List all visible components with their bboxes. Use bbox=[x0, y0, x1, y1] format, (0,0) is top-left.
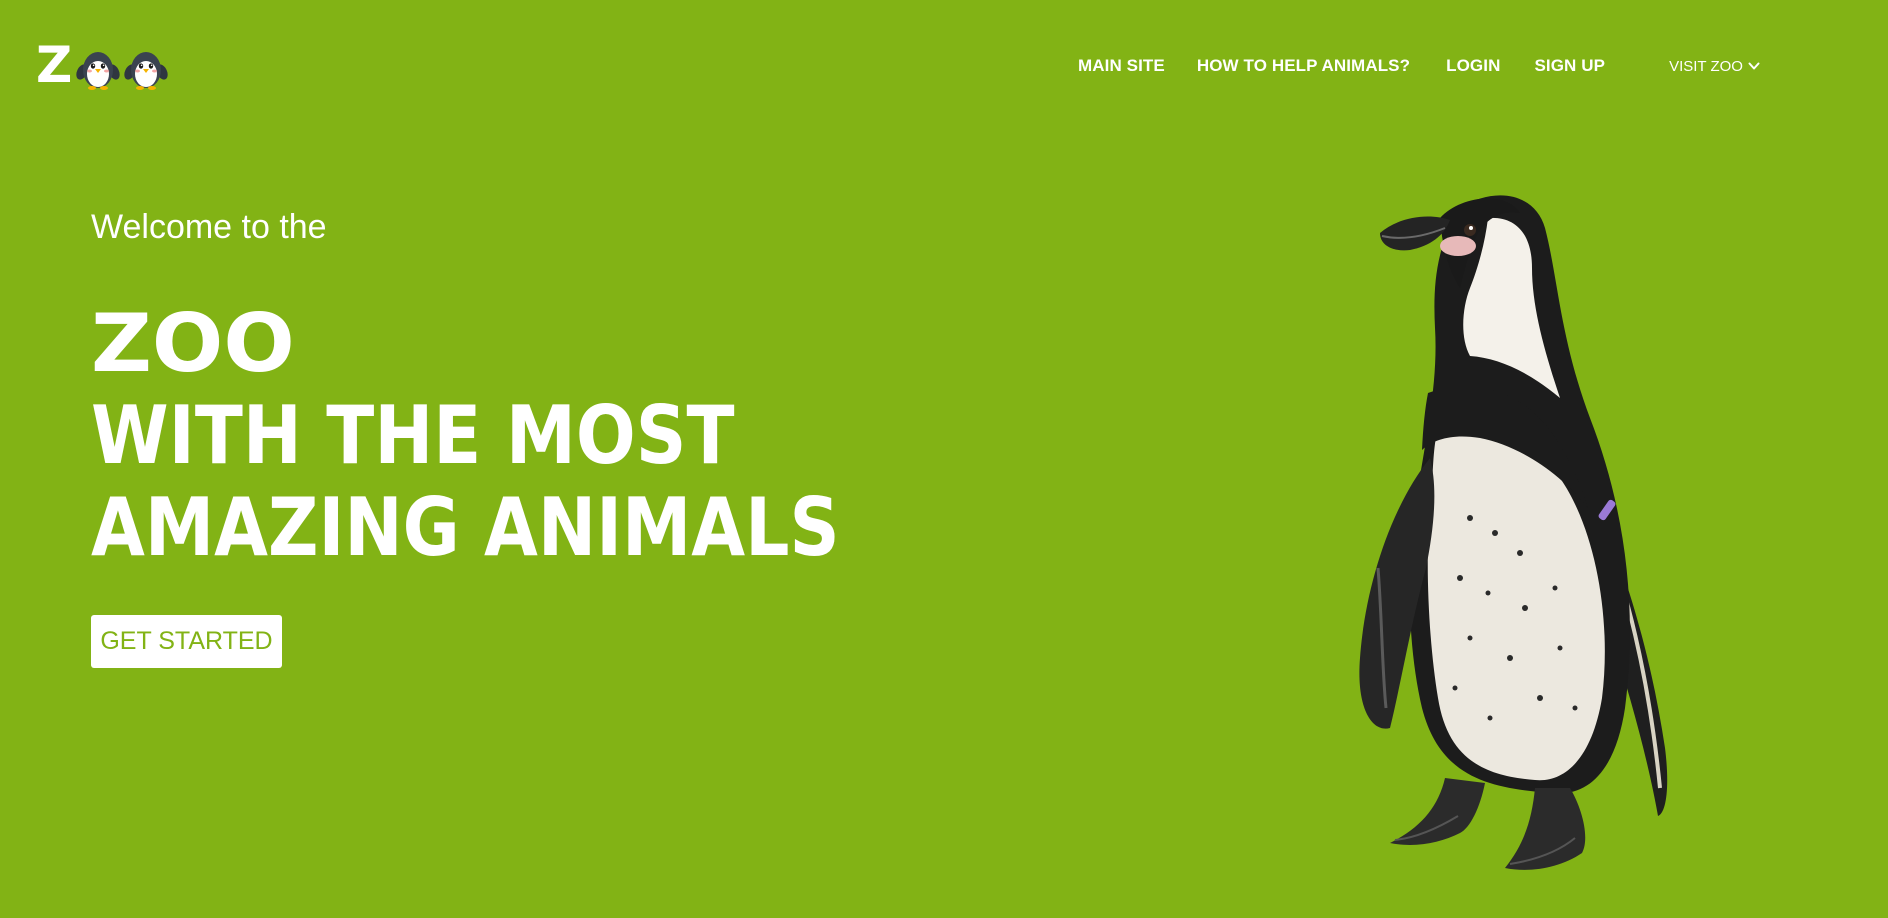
main-nav: MAIN SITE HOW TO HELP ANIMALS? LOGIN SIG… bbox=[1078, 56, 1761, 76]
penguin-icon bbox=[124, 52, 168, 90]
nav-sign-up[interactable]: SIGN UP bbox=[1534, 56, 1605, 76]
penguin-icon bbox=[76, 52, 120, 90]
welcome-text: Welcome to the bbox=[91, 208, 327, 246]
get-started-button[interactable]: GET STARTED bbox=[91, 615, 282, 668]
penguin-photo bbox=[1359, 195, 1668, 870]
headline-line-1: ZOO bbox=[91, 297, 295, 390]
hero-headline: ZOO WITH THE MOST AMAZING ANIMALS bbox=[91, 298, 951, 574]
nav-main-site[interactable]: MAIN SITE bbox=[1078, 56, 1165, 76]
chevron-down-icon bbox=[1748, 62, 1760, 70]
headline-line-3: AMAZING ANIMALS bbox=[91, 481, 840, 574]
headline-line-2: WITH THE MOST bbox=[91, 389, 735, 482]
landing-page: Z MAIN SITE HOW TO HELP ANIMALS? LOGIN S… bbox=[0, 0, 1888, 918]
nav-how-to-help-animals[interactable]: HOW TO HELP ANIMALS? bbox=[1197, 56, 1410, 76]
visit-zoo-dropdown[interactable]: VISIT ZOO bbox=[1669, 58, 1761, 75]
nav-login[interactable]: LOGIN bbox=[1446, 56, 1500, 76]
logo-letter: Z bbox=[36, 36, 72, 94]
visit-zoo-label: VISIT ZOO bbox=[1669, 57, 1743, 75]
zoo-logo[interactable]: Z bbox=[36, 40, 178, 90]
